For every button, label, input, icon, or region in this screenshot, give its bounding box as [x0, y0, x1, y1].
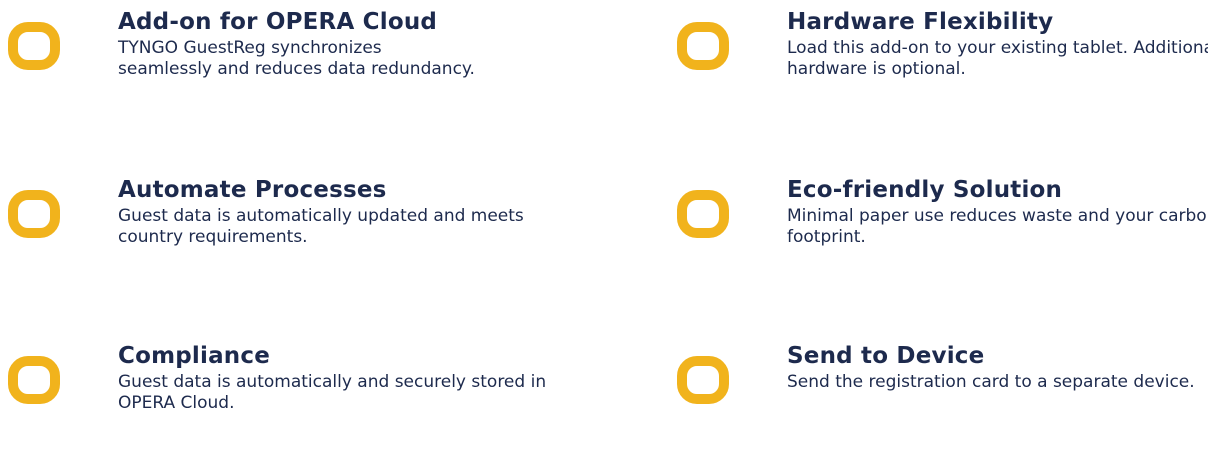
ring-icon: [8, 356, 60, 404]
ring-icon: [677, 22, 729, 70]
feature-title: Hardware Flexibility: [787, 9, 1054, 35]
feature-automate-processes: Automate Processes Guest data is automat…: [8, 176, 528, 296]
feature-description: Guest data is automatically updated and …: [118, 206, 524, 247]
feature-description: Load this add-on to your existing tablet…: [787, 38, 1208, 79]
feature-hardware-flexibility: Hardware Flexibility Load this add-on to…: [677, 8, 1208, 128]
ring-icon: [8, 190, 60, 238]
ring-icon: [677, 190, 729, 238]
feature-description: Minimal paper use reduces waste and your…: [787, 206, 1208, 247]
feature-title: Eco-friendly Solution: [787, 177, 1063, 203]
feature-title: Add-on for OPERA Cloud: [118, 9, 438, 35]
ring-icon: [8, 22, 60, 70]
feature-description: Send the registration card to a separate…: [787, 372, 1195, 392]
feature-eco-friendly-solution: Eco-friendly Solution Minimal paper use …: [677, 176, 1208, 296]
feature-description: TYNGO GuestReg synchronizes seamlessly a…: [118, 38, 475, 79]
feature-title: Send to Device: [787, 343, 985, 369]
feature-description: Guest data is automatically and securely…: [118, 372, 547, 413]
feature-compliance: Compliance Guest data is automatically a…: [8, 342, 546, 462]
feature-add-on-opera-cloud: Add-on for OPERA Cloud TYNGO GuestReg sy…: [8, 8, 528, 128]
feature-title: Compliance: [118, 343, 271, 369]
feature-send-to-device: Send to Device Send the registration car…: [677, 342, 1197, 462]
feature-title: Automate Processes: [118, 177, 387, 203]
ring-icon: [677, 356, 729, 404]
